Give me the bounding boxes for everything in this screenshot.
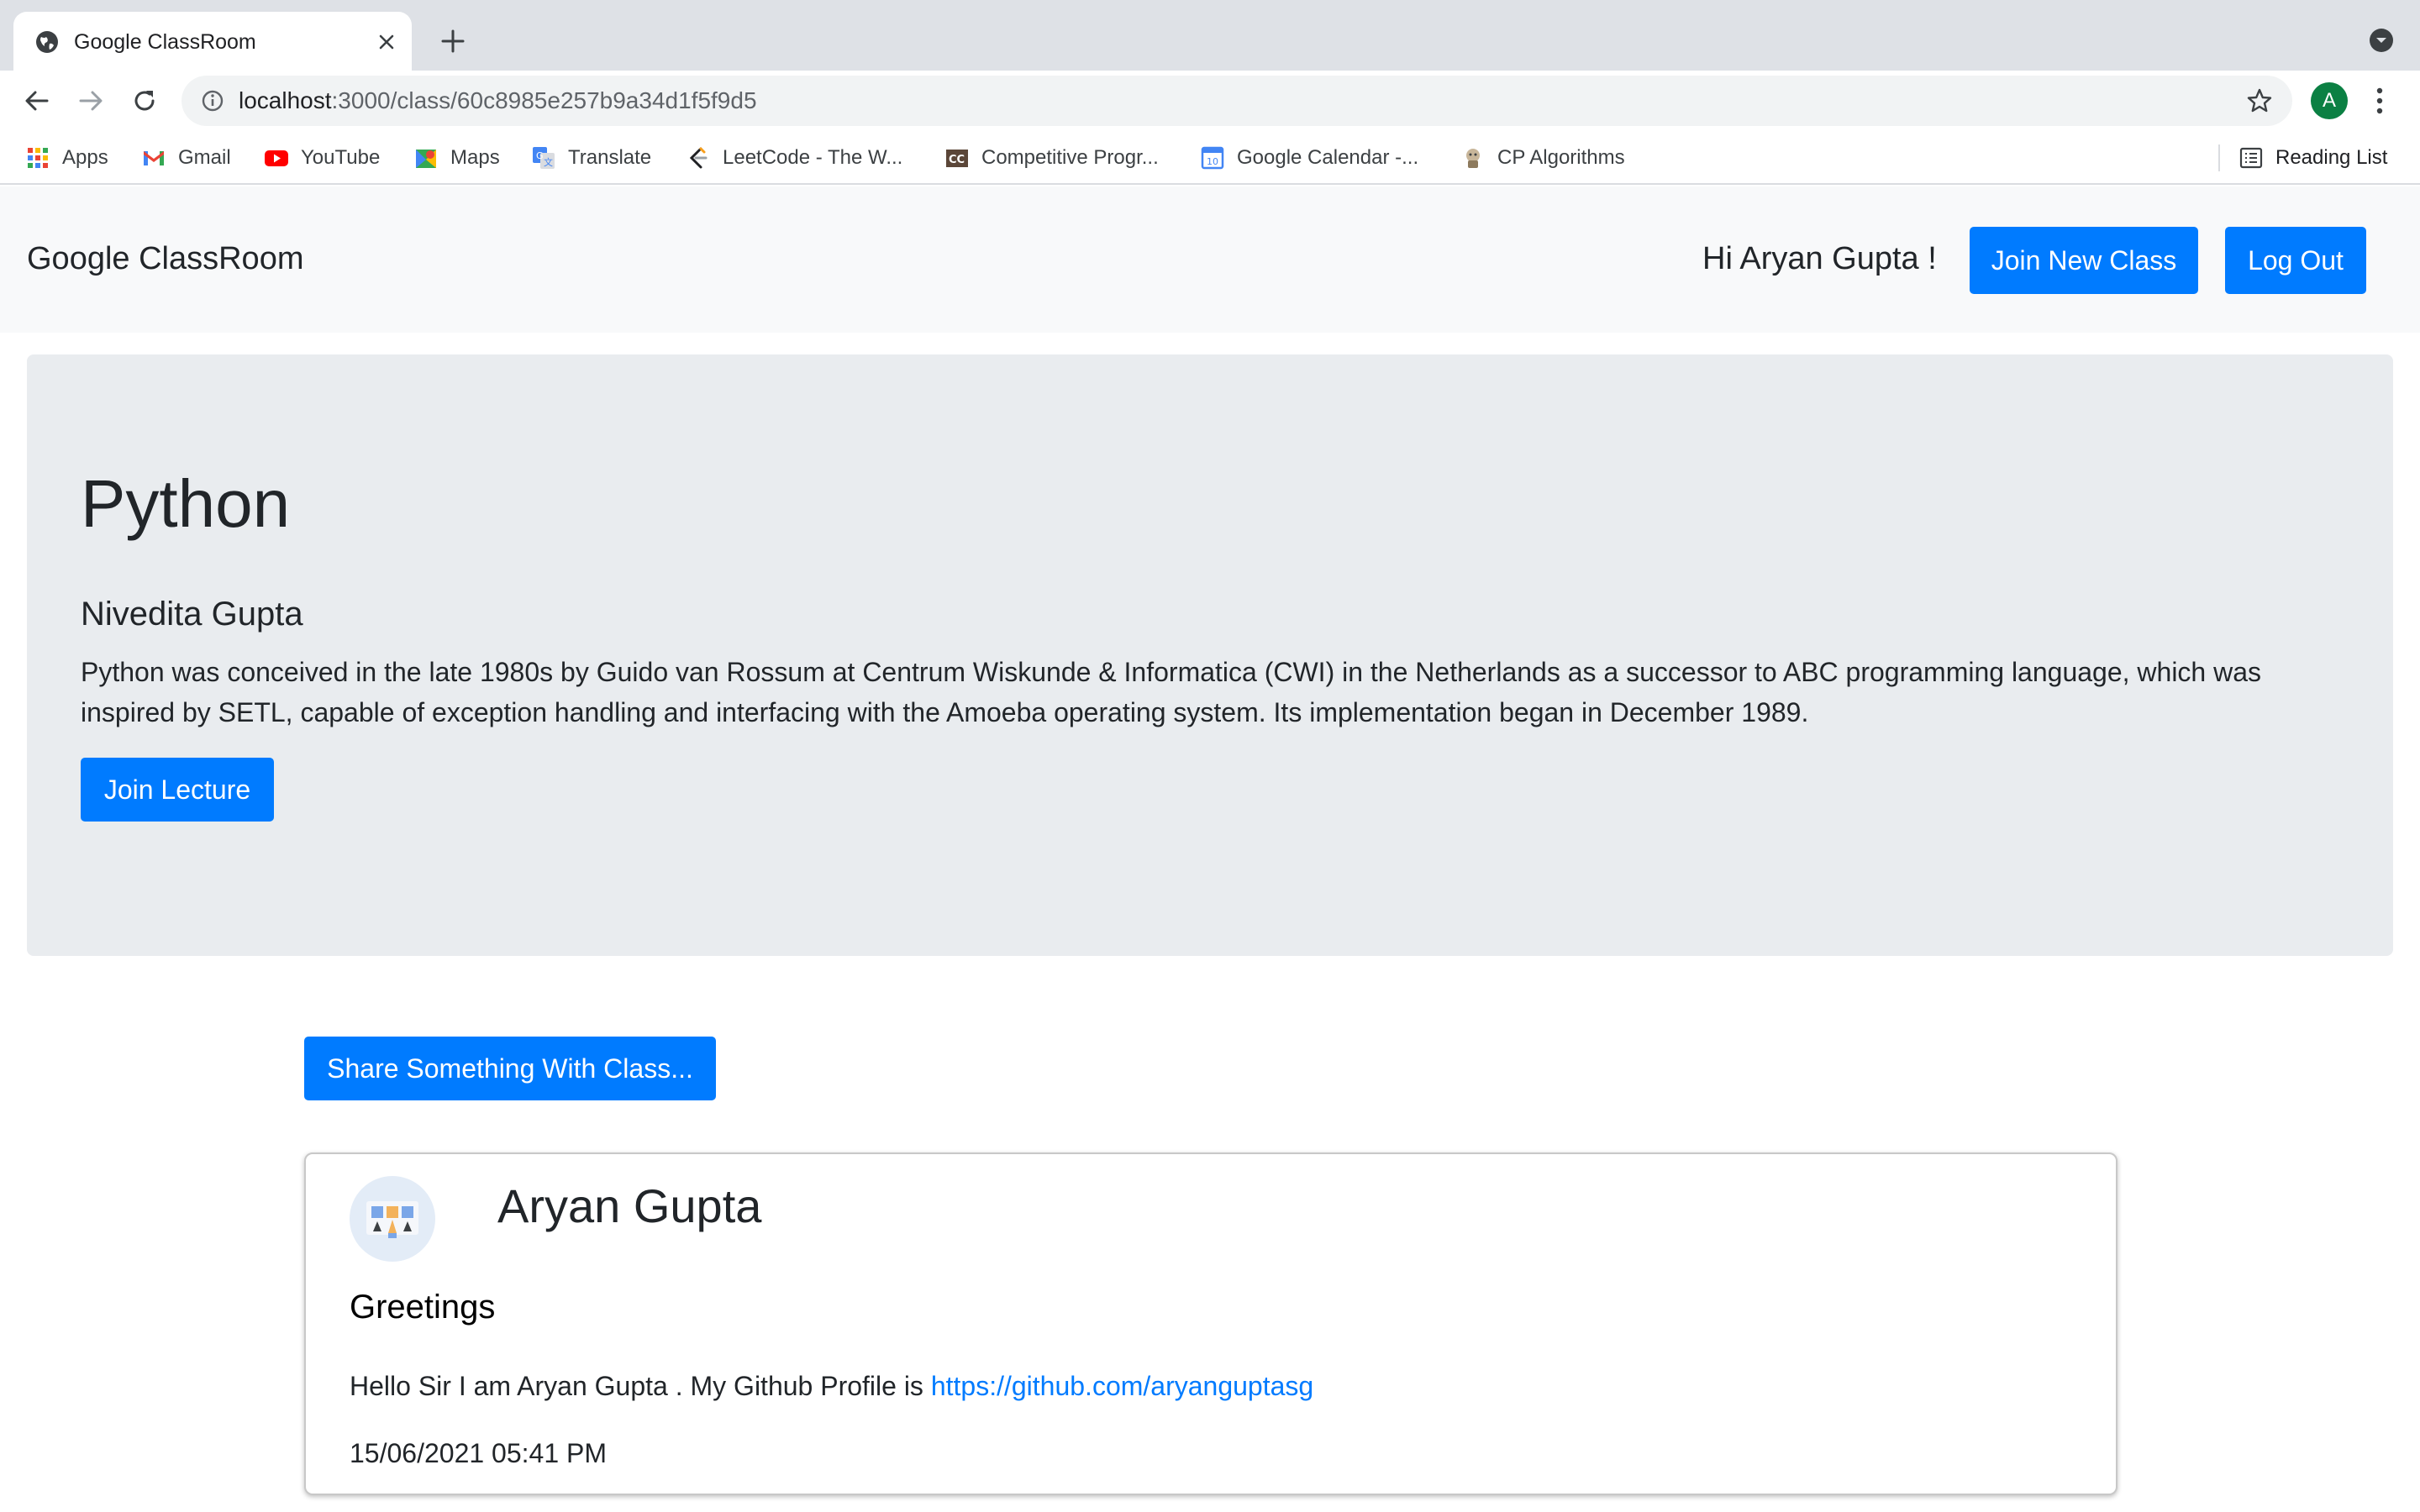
svg-text:G: G [536, 150, 544, 161]
github-profile-link[interactable]: https://github.com/aryanguptasg [931, 1371, 1313, 1401]
browser-toolbar: localhost:3000/class/60c8985e257b9a34d1f… [0, 71, 2420, 131]
user-greeting: Hi Aryan Gupta ! [1702, 241, 1937, 276]
logout-button[interactable]: Log Out [2225, 227, 2366, 294]
profile-avatar[interactable]: A [2311, 82, 2348, 119]
bookmarks-divider [2218, 144, 2220, 171]
info-icon[interactable] [200, 88, 225, 113]
maps-icon [416, 150, 436, 168]
bookmark-google-calendar[interactable]: 10 Google Calendar -... [1200, 143, 1418, 173]
bookmark-label: Apps [62, 146, 108, 169]
gmail-icon [144, 151, 164, 165]
more-vert-icon[interactable] [2371, 84, 2388, 118]
reading-list-label: Reading List [2275, 146, 2388, 169]
bookmark-label: YouTube [301, 146, 381, 169]
bookmark-label: Maps [450, 146, 500, 169]
share-with-class-button[interactable]: Share Something With Class... [304, 1037, 716, 1100]
svg-text:文: 文 [544, 156, 553, 168]
bookmark-star-icon[interactable] [2245, 87, 2274, 115]
calendar-icon: 10 [1201, 146, 1224, 170]
join-new-class-button[interactable]: Join New Class [1970, 227, 2198, 294]
new-tab-plus-icon[interactable] [439, 27, 467, 55]
tab-title: Google ClassRoom [74, 30, 256, 54]
reload-icon[interactable] [129, 86, 160, 116]
bookmark-cp-algorithms[interactable]: CP Algorithms [1460, 143, 1625, 173]
join-lecture-button[interactable]: Join Lecture [81, 758, 274, 822]
cp-algorithms-icon [1466, 149, 1480, 168]
bookmark-label: Translate [568, 146, 652, 169]
address-bar[interactable]: localhost:3000/class/60c8985e257b9a34d1f… [182, 76, 2292, 126]
post-avatar [350, 1176, 435, 1262]
bookmark-label: Google Calendar -... [1237, 146, 1419, 169]
browser-tab[interactable]: Google ClassRoom [13, 12, 412, 71]
url-host: localhost [239, 87, 332, 113]
bookmark-label: Competitive Progr... [981, 146, 1159, 169]
bookmark-translate[interactable]: G 文 Translate [531, 143, 651, 173]
post-author: Aryan Gupta [497, 1179, 762, 1232]
app-navbar: Google ClassRoom Hi Aryan Gupta ! Join N… [0, 186, 2420, 333]
bookmark-label: CP Algorithms [1497, 146, 1625, 169]
back-arrow-icon[interactable] [22, 86, 52, 116]
apps-grid-icon [28, 148, 48, 168]
url-path: :3000/class/60c8985e257b9a34d1f5f9d5 [331, 87, 757, 113]
close-icon[interactable] [375, 30, 398, 54]
bookmark-competitive-programming[interactable]: CC Competitive Progr... [944, 143, 1159, 173]
bookmark-gmail[interactable]: Gmail [141, 143, 231, 173]
leetcode-icon [689, 147, 708, 169]
post-body-text: Hello Sir I am Aryan Gupta . My Github P… [350, 1371, 931, 1401]
bookmark-maps[interactable]: Maps [413, 143, 500, 173]
post-body: Hello Sir I am Aryan Gupta . My Github P… [350, 1368, 1313, 1404]
teacher-name: Nivedita Gupta [81, 596, 303, 633]
forward-arrow-icon[interactable] [76, 86, 106, 116]
post-title: Greetings [350, 1289, 496, 1326]
bookmarks-bar: Apps Gmail YouTube Maps G 文 Translate Le… [0, 131, 2420, 185]
post-timestamp: 15/06/2021 05:41 PM [350, 1438, 608, 1468]
bookmark-label: LeetCode - The W... [723, 146, 903, 169]
class-header-panel: Python Nivedita Gupta Python was conceiv… [27, 354, 2393, 956]
codechef-icon: CC [946, 150, 968, 167]
reading-list-icon [2239, 147, 2263, 169]
bookmark-leetcode[interactable]: LeetCode - The W... [686, 143, 902, 173]
classroom-avatar-icon [366, 1201, 418, 1238]
youtube-icon [265, 150, 288, 166]
brand-title[interactable]: Google ClassRoom [27, 239, 303, 279]
bookmark-label: Gmail [178, 146, 231, 169]
bookmark-youtube[interactable]: YouTube [264, 143, 380, 173]
class-description: Python was conceived in the late 1980s b… [81, 657, 2262, 727]
class-title: Python [81, 466, 291, 541]
url-text: localhost:3000/class/60c8985e257b9a34d1f… [239, 87, 757, 114]
bookmark-apps[interactable]: Apps [25, 143, 108, 173]
svg-text:10: 10 [1207, 156, 1218, 167]
globe-icon [36, 31, 58, 53]
reading-list-button[interactable]: Reading List [2238, 143, 2387, 173]
post-card: Aryan Gupta Greetings Hello Sir I am Ary… [304, 1152, 2118, 1495]
translate-icon: G 文 [533, 147, 555, 169]
tab-search-icon[interactable] [2368, 27, 2395, 54]
browser-tab-strip: Google ClassRoom [0, 0, 2420, 71]
svg-text:CC: CC [949, 154, 965, 166]
